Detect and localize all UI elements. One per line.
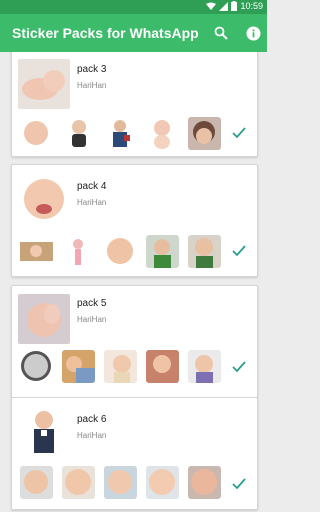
sticker	[188, 350, 221, 383]
sticker	[62, 350, 95, 383]
pack-card[interactable]: pack 3 HariHan	[11, 52, 258, 157]
sticker	[104, 466, 137, 499]
pack-author: HariHan	[77, 431, 107, 440]
sticker	[62, 235, 95, 268]
pack-list: pack 3 HariHan pack 4 HariHan pack 5 Har…	[0, 52, 267, 512]
pack-cover	[18, 406, 70, 456]
status-icons: 10:59	[206, 1, 263, 11]
sticker	[146, 117, 179, 150]
sticker	[62, 117, 95, 150]
sticker	[20, 235, 53, 268]
sticker	[20, 350, 53, 383]
search-button[interactable]	[211, 23, 231, 43]
pack-name: pack 3	[77, 64, 107, 75]
battery-icon	[231, 1, 238, 11]
sticker	[146, 350, 179, 383]
sticker	[188, 117, 221, 150]
sticker-row	[20, 117, 221, 150]
sticker	[104, 350, 137, 383]
sticker	[104, 235, 137, 268]
sticker	[188, 466, 221, 499]
status-time: 10:59	[240, 1, 263, 11]
search-icon	[214, 26, 228, 40]
sticker	[188, 235, 221, 268]
app-bar: Sticker Packs for WhatsApp	[0, 14, 267, 52]
pack-name: pack 5	[77, 298, 107, 309]
info-button[interactable]	[243, 23, 263, 43]
check-icon	[232, 127, 246, 139]
pack-card[interactable]: pack 5 HariHan	[11, 285, 258, 398]
sticker	[62, 466, 95, 499]
info-icon	[246, 26, 260, 40]
check-icon	[232, 478, 246, 490]
pack-author: HariHan	[77, 81, 107, 90]
check-icon	[232, 361, 246, 373]
sticker	[146, 235, 179, 268]
sticker	[146, 466, 179, 499]
pack-card[interactable]: pack 6 HariHan	[11, 397, 258, 510]
check-icon	[232, 245, 246, 257]
sticker	[20, 117, 53, 150]
status-bar: 10:59	[0, 0, 267, 14]
pack-cover	[18, 59, 70, 109]
sticker	[20, 466, 53, 499]
sticker	[104, 117, 137, 150]
pack-name: pack 4	[77, 181, 107, 192]
pack-cover	[18, 294, 70, 344]
signal-icon	[219, 1, 229, 11]
sticker-row	[20, 466, 221, 499]
pack-name: pack 6	[77, 414, 107, 425]
pack-card[interactable]: pack 4 HariHan	[11, 164, 258, 277]
pack-author: HariHan	[77, 315, 107, 324]
sticker-row	[20, 350, 221, 383]
pack-cover	[18, 175, 70, 225]
wifi-icon	[206, 2, 217, 10]
sticker-row	[20, 235, 221, 268]
app-title: Sticker Packs for WhatsApp	[12, 25, 199, 41]
pack-author: HariHan	[77, 198, 107, 207]
